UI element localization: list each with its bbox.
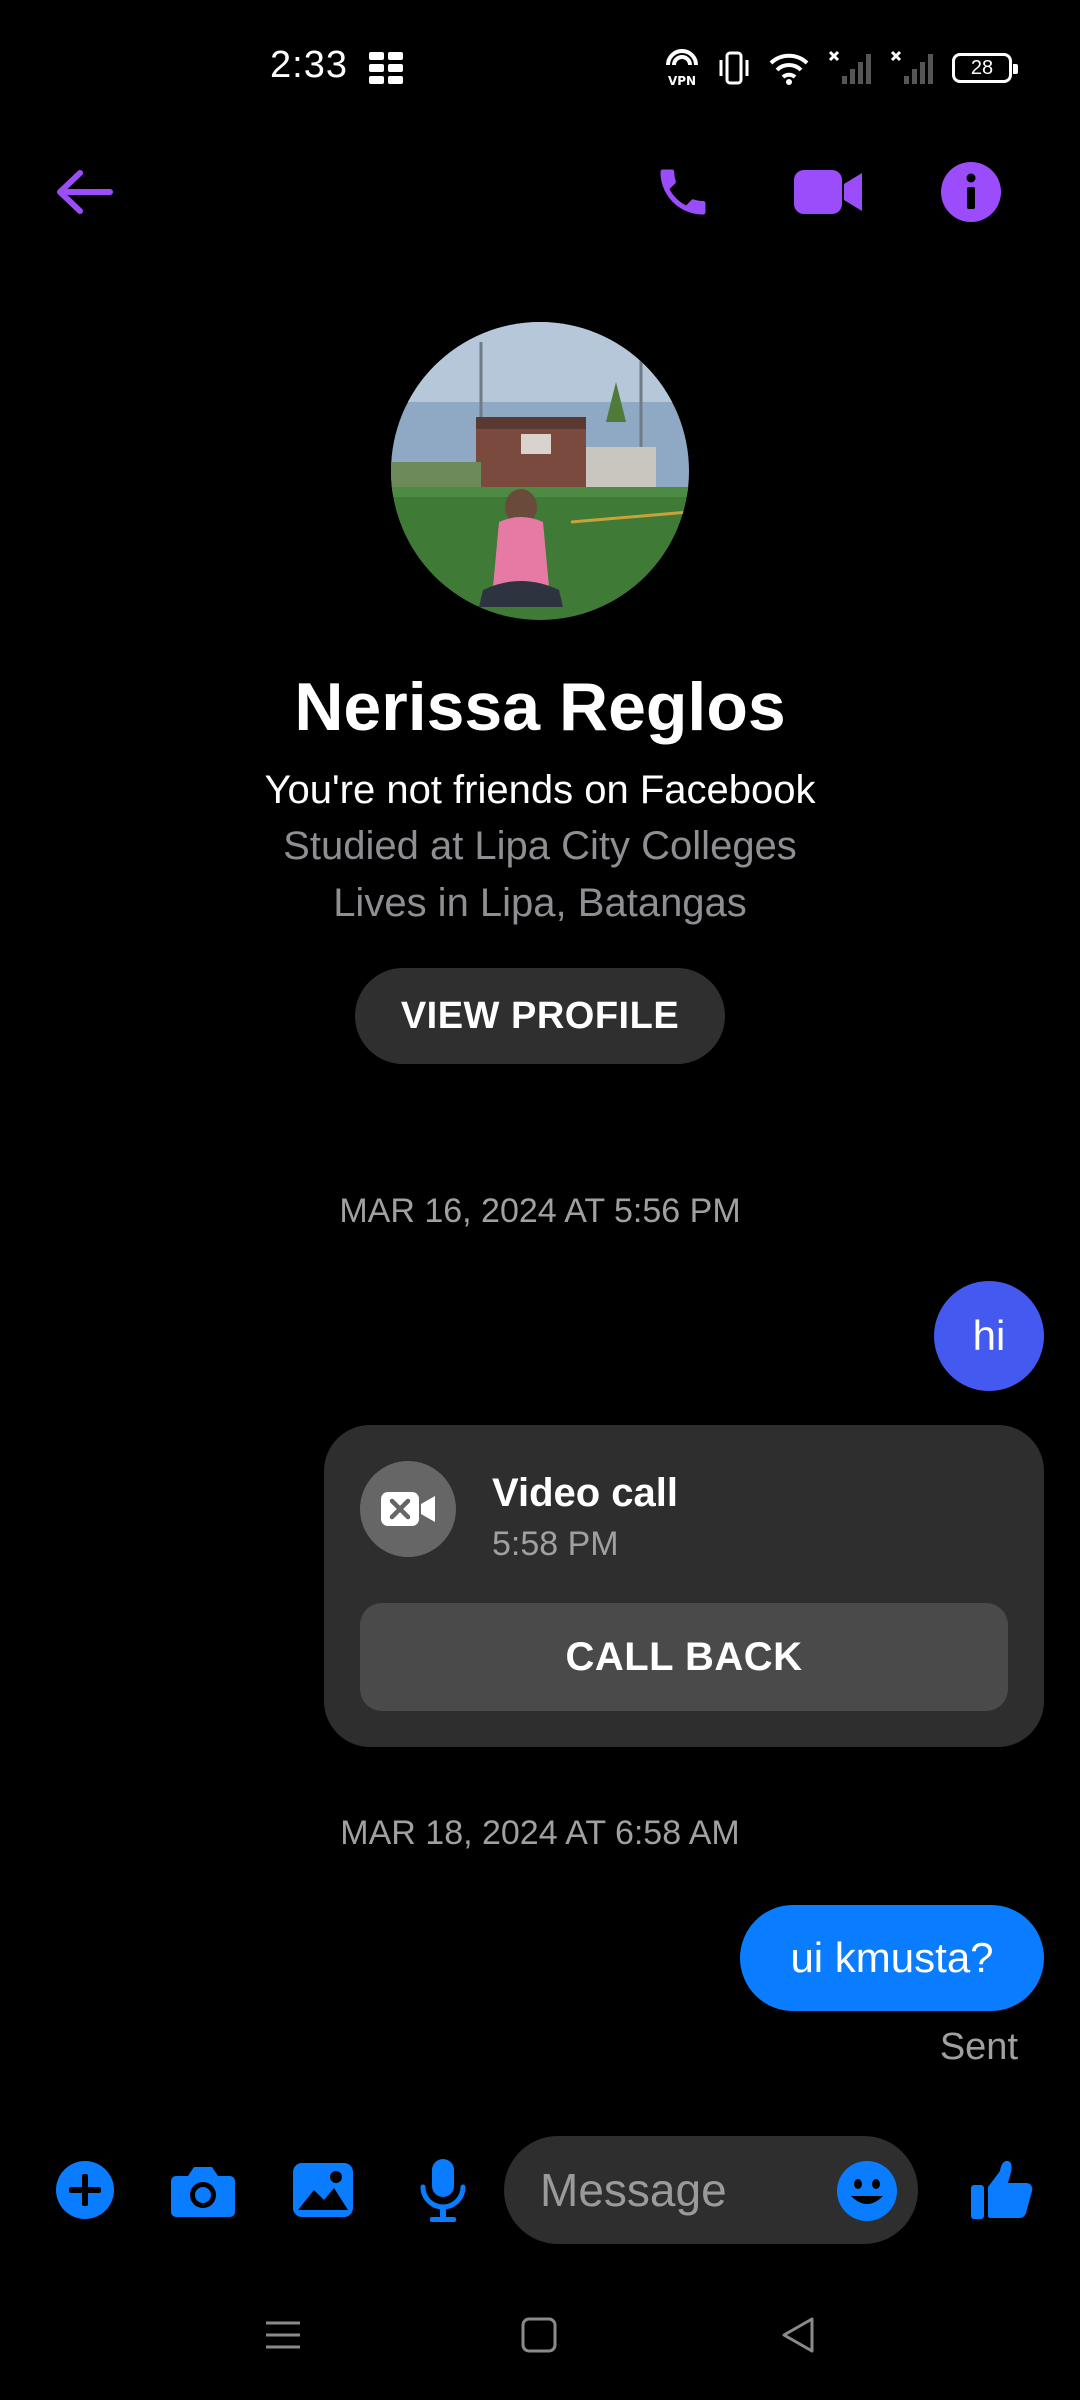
message-input[interactable]	[540, 2136, 810, 2244]
back-arrow-icon	[57, 170, 113, 214]
menu-icon	[266, 2321, 300, 2349]
recent-apps-button[interactable]	[238, 2290, 328, 2380]
vibrate-icon	[719, 51, 749, 85]
video-call-missed-icon	[360, 1461, 456, 1557]
status-bar: 2:33 VPN 28	[0, 0, 1080, 136]
grid-app-icon	[369, 52, 403, 84]
svg-text:VPN: VPN	[668, 74, 696, 87]
signal-off-icon	[890, 50, 933, 84]
message-composer	[0, 2130, 1080, 2250]
audio-call-button[interactable]	[633, 140, 733, 244]
like-button[interactable]	[956, 2130, 1046, 2250]
call-card-time: 5:58 PM	[492, 1525, 619, 1563]
profile-name: Nerissa Reglos	[294, 669, 786, 745]
vpn-icon: VPN	[666, 49, 698, 87]
more-actions-button[interactable]	[40, 2130, 130, 2250]
wifi-icon	[769, 53, 809, 85]
video-camera-icon	[794, 170, 862, 214]
message-field	[504, 2136, 918, 2244]
phone-icon	[660, 169, 706, 215]
missed-video-call-card: Video call 5:58 PM CALL BACK	[324, 1425, 1044, 1747]
battery-level: 28	[970, 56, 994, 79]
voice-message-button[interactable]	[398, 2130, 488, 2250]
system-navigation-bar	[0, 2290, 1080, 2400]
gallery-button[interactable]	[278, 2130, 368, 2250]
avatar[interactable]	[391, 322, 689, 620]
call-card-title: Video call	[492, 1471, 679, 1515]
profile-education: Studied at Lipa City Colleges	[283, 824, 797, 868]
camera-button[interactable]	[158, 2130, 248, 2250]
triangle-back-icon	[782, 2317, 814, 2353]
call-back-button[interactable]: CALL BACK	[360, 1603, 1008, 1711]
camera-icon	[171, 2167, 235, 2217]
home-button[interactable]	[494, 2290, 584, 2380]
sent-status: Sent	[939, 2026, 1018, 2068]
signal-off-icon	[828, 50, 871, 84]
status-time: 2:33	[270, 44, 348, 86]
system-back-button[interactable]	[753, 2290, 843, 2380]
battery-icon: 28	[952, 53, 1018, 83]
microphone-icon	[420, 2159, 466, 2222]
video-call-button[interactable]	[778, 140, 878, 244]
message-bubble[interactable]: hi	[934, 1281, 1044, 1391]
emoji-icon[interactable]	[836, 2160, 898, 2222]
info-button[interactable]	[921, 140, 1021, 244]
back-button[interactable]	[34, 140, 134, 244]
home-square-icon	[521, 2317, 557, 2353]
view-profile-button[interactable]: VIEW PROFILE	[355, 968, 725, 1064]
message-bubble[interactable]: ui kmusta?	[740, 1905, 1044, 2011]
info-icon	[941, 162, 1001, 222]
plus-icon	[56, 2161, 114, 2219]
status-icons: VPN 28	[664, 46, 1018, 90]
message-timestamp: MAR 18, 2024 AT 6:58 AM	[340, 1814, 740, 1852]
thumbs-up-icon	[971, 2160, 1033, 2219]
profile-photo	[391, 322, 689, 620]
gallery-icon	[293, 2163, 353, 2217]
profile-location: Lives in Lipa, Batangas	[333, 881, 747, 925]
chat-header	[0, 140, 1080, 244]
message-timestamp: MAR 16, 2024 AT 5:56 PM	[339, 1192, 741, 1230]
friend-status: You're not friends on Facebook	[264, 768, 816, 812]
